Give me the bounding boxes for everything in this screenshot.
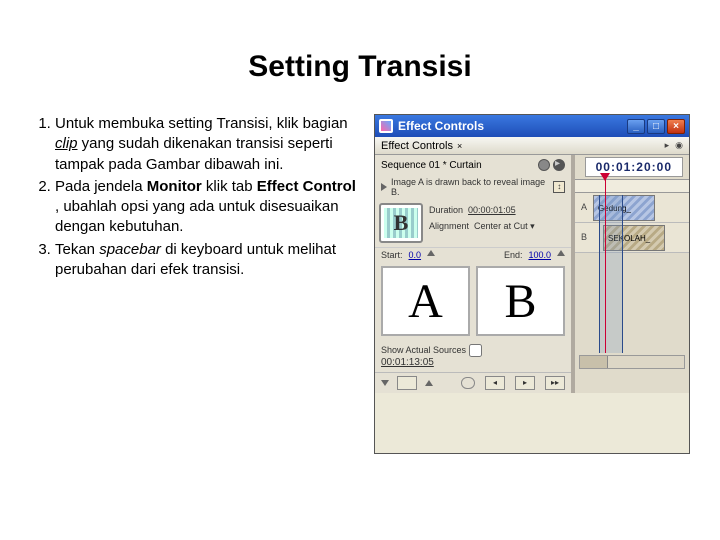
track-b: B SEKOLAH_	[575, 223, 689, 253]
preview-a: A	[381, 266, 470, 336]
minimize-button[interactable]: _	[627, 119, 645, 134]
loop-button[interactable]	[461, 377, 475, 389]
end-label: End:	[504, 250, 523, 260]
duration-label: Duration	[429, 205, 463, 215]
show-actual-row: Show Actual Sources 00:01:13:05	[375, 340, 571, 372]
step-1: Untuk membuka setting Transisi, klik bag…	[55, 114, 360, 175]
maximize-button[interactable]: □	[647, 119, 665, 134]
close-button[interactable]: ×	[667, 119, 685, 134]
disclosure-icon[interactable]	[381, 183, 387, 191]
zoom-slider[interactable]	[397, 376, 417, 390]
window-titlebar[interactable]: Effect Controls _ □ ×	[375, 115, 689, 137]
description-row: Image A is drawn back to reveal image B.…	[375, 175, 571, 199]
start-label: Start:	[381, 250, 403, 260]
transition-thumb[interactable]: B	[379, 203, 423, 243]
reverse-checkbox[interactable]: ↕	[553, 181, 565, 193]
transition-span[interactable]	[599, 195, 623, 353]
mini-timeline[interactable]: 00:01:20:00 A Gedung_ B SEKOLAH_	[575, 155, 689, 393]
instruction-column: Untuk membuka setting Transisi, klik bag…	[30, 114, 360, 454]
show-actual-checkbox[interactable]	[469, 344, 482, 357]
playhead[interactable]	[605, 179, 606, 353]
effect-properties-panel: Sequence 01 * Curtain Image A is drawn b…	[375, 155, 575, 393]
alignment-dropdown[interactable]: Center at Cut ▾	[474, 221, 535, 232]
panel-options-icon[interactable]: ◉	[675, 140, 683, 151]
steps-list: Untuk membuka setting Transisi, klik bag…	[30, 114, 360, 280]
zoom-in-icon[interactable]	[425, 380, 433, 386]
end-slider-icon[interactable]	[557, 250, 565, 256]
tab-close-icon[interactable]: ×	[457, 141, 462, 151]
current-time[interactable]: 00:01:13:05	[381, 357, 434, 368]
effect-controls-window: Effect Controls _ □ × Effect Controls × …	[374, 114, 690, 454]
start-end-row: Start: 0.0 End: 100.0	[375, 247, 571, 262]
timeline-scrollbar[interactable]	[579, 355, 685, 369]
step-3: Tekan spacebar di keyboard untuk melihat…	[55, 240, 360, 281]
window-title: Effect Controls	[398, 119, 484, 133]
expand-icon[interactable]	[553, 159, 565, 171]
duration-value[interactable]: 00:00:01:05	[468, 205, 516, 215]
step-2: Pada jendela Monitor klik tab Effect Con…	[55, 177, 360, 238]
panel-tabbar: Effect Controls × ▸ ◉	[375, 137, 689, 155]
preview-b: B	[476, 266, 565, 336]
start-value[interactable]: 0.0	[409, 250, 422, 260]
zoom-out-icon[interactable]	[381, 380, 389, 386]
app-icon	[379, 119, 393, 133]
sequence-header: Sequence 01 * Curtain	[375, 155, 571, 175]
end-value[interactable]: 100.0	[528, 250, 551, 260]
panel-menu-icon[interactable]: ▸	[665, 140, 670, 151]
tab-effect-controls[interactable]: Effect Controls	[381, 140, 453, 152]
track-a: A Gedung_	[575, 193, 689, 223]
sequence-label: Sequence 01 * Curtain	[381, 160, 482, 171]
time-ruler[interactable]	[575, 179, 689, 193]
next-button[interactable]: ▸▸	[545, 376, 565, 390]
transport-bar: ◂ ▸ ▸▸	[375, 372, 571, 393]
show-actual-label: Show Actual Sources	[381, 345, 466, 355]
toggle-icon[interactable]	[538, 159, 550, 171]
play-button[interactable]: ▸	[515, 376, 535, 390]
alignment-label: Alignment	[429, 221, 469, 232]
start-slider-icon[interactable]	[427, 250, 435, 256]
page-title: Setting Transisi	[30, 0, 690, 114]
description-text: Image A is drawn back to reveal image B.	[391, 177, 549, 197]
prev-button[interactable]: ◂	[485, 376, 505, 390]
